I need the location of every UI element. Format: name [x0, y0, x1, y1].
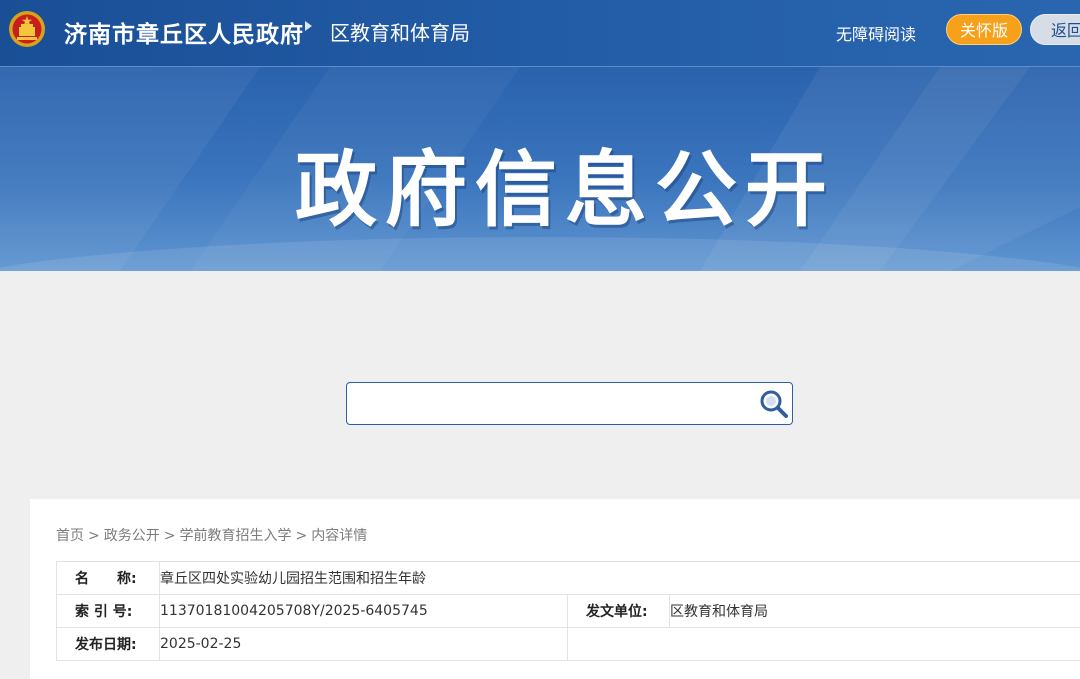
issuer-value: 区教育和体育局 [670, 595, 1080, 628]
back-button[interactable]: 返回 [1030, 14, 1080, 45]
accessibility-reading-link[interactable]: 无障碍阅读 [836, 21, 916, 45]
search-icon[interactable] [757, 387, 791, 421]
banner-title: 政府信息公开 [0, 123, 1080, 242]
search-box [346, 382, 793, 425]
national-emblem-icon [8, 10, 46, 48]
table-row: 发布日期: 2025-02-25 [57, 628, 1080, 661]
name-label: 名 称: [57, 562, 160, 595]
banner: 政府信息公开 [0, 67, 1080, 271]
breadcrumb-gov-affairs[interactable]: 政务公开 [104, 525, 160, 545]
breadcrumb-preschool-enrollment[interactable]: 学前教育招生入学 [179, 525, 291, 545]
triangle-right-icon [305, 21, 312, 31]
top-bar: 济南市章丘区人民政府 区教育和体育局 无障碍阅读 关怀版 返回 [0, 0, 1080, 67]
date-value: 2025-02-25 [160, 628, 568, 661]
breadcrumb-home[interactable]: 首页 [56, 525, 84, 545]
content-panel: 首页>政务公开>学前教育招生入学>内容详情 名 称: 章丘区四处实验幼儿园招生范… [30, 499, 1080, 679]
index-value: 11370181004205708Y/2025-6405745 [160, 595, 568, 628]
breadcrumb-content-detail: 内容详情 [311, 525, 367, 545]
breadcrumb-separator: > [295, 528, 307, 544]
breadcrumb-separator: > [164, 528, 176, 544]
index-label: 索 引 号: [57, 595, 160, 628]
care-mode-button[interactable]: 关怀版 [946, 14, 1022, 45]
department-name[interactable]: 区教育和体育局 [330, 17, 470, 46]
breadcrumb-separator: > [88, 528, 100, 544]
name-value: 章丘区四处实验幼儿园招生范围和招生年龄 [160, 562, 1080, 595]
breadcrumb: 首页>政务公开>学前教育招生入学>内容详情 [56, 525, 367, 545]
table-row: 索 引 号: 11370181004205708Y/2025-6405745 发… [57, 595, 1080, 628]
search-input[interactable] [353, 387, 747, 422]
empty-cell [568, 628, 1080, 661]
site-name[interactable]: 济南市章丘区人民政府 [64, 15, 304, 49]
date-label: 发布日期: [57, 628, 160, 661]
table-row: 名 称: 章丘区四处实验幼儿园招生范围和招生年龄 [57, 562, 1080, 595]
issuer-label: 发文单位: [568, 595, 670, 628]
document-info-table: 名 称: 章丘区四处实验幼儿园招生范围和招生年龄 索 引 号: 11370181… [56, 561, 1080, 661]
